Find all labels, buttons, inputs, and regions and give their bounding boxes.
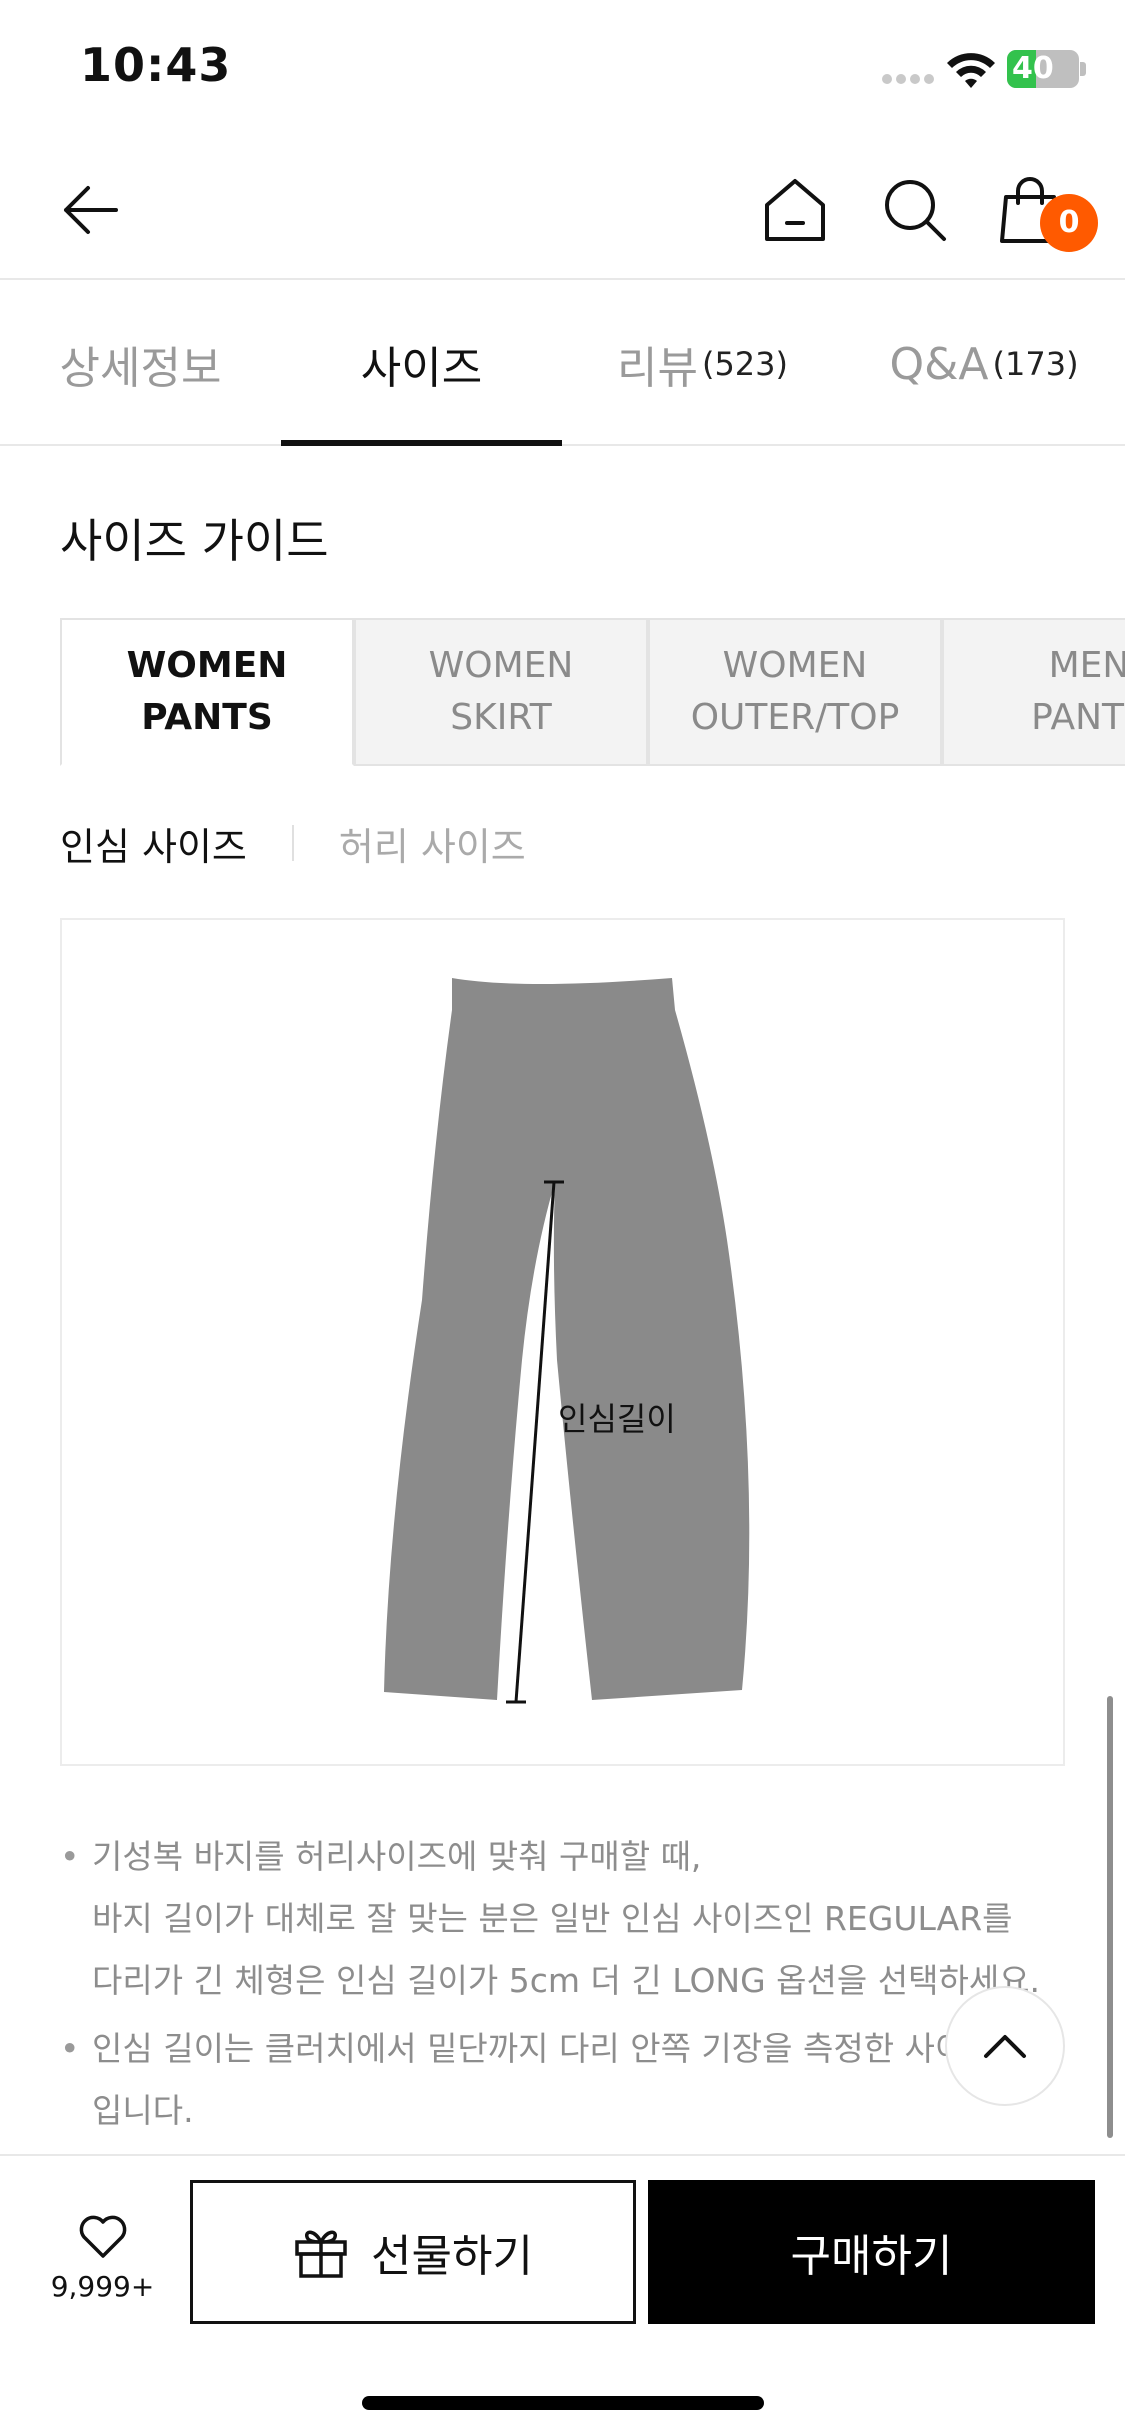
search-icon bbox=[885, 180, 946, 241]
category-line1: WOMEN bbox=[126, 645, 288, 686]
product-tabs: 상세정보 사이즈 리뷰 (523) Q&A (173) bbox=[0, 282, 1125, 446]
scrollbar[interactable] bbox=[1107, 1696, 1113, 2138]
tab-details[interactable]: 상세정보 bbox=[0, 282, 281, 446]
measurement-sub-tabs: 인심 사이즈 허리 사이즈 bbox=[60, 816, 526, 871]
tab-count: (173) bbox=[992, 345, 1079, 383]
product-detail-page: 10:43 40 0 상세정보 사이즈 리뷰 (523) Q&A (173) 사… bbox=[0, 0, 1125, 2436]
status-bar: 10:43 40 bbox=[0, 0, 1125, 140]
cart-count-badge: 0 bbox=[1040, 194, 1098, 252]
note-line: 인심 길이는 클러치에서 밑단까지 다리 안쪽 기장을 측정한 사이즈 bbox=[92, 2029, 996, 2068]
note-item: 인심 길이는 클러치에서 밑단까지 다리 안쪽 기장을 측정한 사이즈 입니다. bbox=[60, 2018, 1060, 2142]
category-line2: SKIRT bbox=[450, 697, 552, 738]
back-button[interactable] bbox=[50, 170, 130, 250]
bottom-action-bar: 9,999+ 선물하기 구매하기 bbox=[0, 2154, 1125, 2436]
search-button[interactable] bbox=[875, 170, 955, 250]
category-tab-women-pants[interactable]: WOMEN PANTS bbox=[60, 618, 354, 766]
home-button[interactable] bbox=[755, 170, 835, 250]
gift-icon bbox=[295, 2230, 347, 2278]
note-line: 바지 길이가 대체로 잘 맞는 분은 일반 인심 사이즈인 REGULAR를 bbox=[92, 1899, 1013, 1938]
note-item: 기성복 바지를 허리사이즈에 맞춰 구매할 때, 바지 길이가 대체로 잘 맞는… bbox=[60, 1826, 1060, 2012]
category-tab-men-pants[interactable]: MEN PANTS bbox=[942, 618, 1125, 766]
category-line1: WOMEN bbox=[722, 645, 868, 686]
size-guide-title: 사이즈 가이드 bbox=[60, 514, 329, 568]
gift-button-label: 선물하기 bbox=[371, 2231, 533, 2282]
tab-label: Q&A bbox=[889, 338, 989, 390]
battery-level: 40 bbox=[1012, 51, 1054, 86]
active-tab-indicator bbox=[281, 440, 562, 446]
tab-label: 상세정보 bbox=[59, 343, 222, 394]
back-arrow-icon bbox=[64, 186, 118, 234]
category-line1: MEN bbox=[1048, 645, 1125, 686]
pants-illustration bbox=[384, 978, 750, 1704]
tab-label: 리뷰 bbox=[616, 343, 698, 394]
category-line1: WOMEN bbox=[428, 645, 574, 686]
tab-count: (523) bbox=[701, 345, 788, 383]
sub-tab-divider bbox=[291, 825, 294, 861]
gift-button[interactable]: 선물하기 bbox=[190, 2180, 636, 2324]
inseam-measure-label: 인심길이 bbox=[558, 1400, 676, 1438]
tab-label: 사이즈 bbox=[360, 343, 483, 394]
pants-shape bbox=[384, 978, 750, 1700]
battery-icon: 40 bbox=[1007, 50, 1079, 88]
scroll-to-top-button[interactable] bbox=[945, 1986, 1065, 2106]
tab-qna[interactable]: Q&A (173) bbox=[843, 282, 1125, 446]
home-indicator bbox=[362, 2396, 764, 2410]
tab-reviews[interactable]: 리뷰 (523) bbox=[562, 282, 843, 446]
wifi-icon bbox=[947, 53, 995, 88]
category-line2: PANTS bbox=[1031, 697, 1125, 738]
category-tab-women-outer-top[interactable]: WOMEN OUTER/TOP bbox=[648, 618, 942, 766]
wishlist-button[interactable]: 9,999+ bbox=[30, 2214, 175, 2303]
buy-button[interactable]: 구매하기 bbox=[648, 2180, 1095, 2324]
status-time: 10:43 bbox=[80, 38, 232, 92]
buy-button-label: 구매하기 bbox=[790, 2231, 953, 2282]
category-tab-women-skirt[interactable]: WOMEN SKIRT bbox=[354, 618, 648, 766]
note-line: 입니다. bbox=[92, 2091, 194, 2130]
size-notes: 기성복 바지를 허리사이즈에 맞춰 구매할 때, 바지 길이가 대체로 잘 맞는… bbox=[60, 1826, 1060, 2142]
size-illustration: 인심길이 bbox=[60, 918, 1065, 1766]
sub-tab-inseam[interactable]: 인심 사이즈 bbox=[60, 816, 247, 871]
sub-tab-waist[interactable]: 허리 사이즈 bbox=[339, 816, 526, 871]
note-line: 다리가 긴 체형은 인심 길이가 5cm 더 긴 LONG 옵션을 선택하세요. bbox=[92, 1961, 1041, 2000]
chevron-up-icon bbox=[984, 2035, 1026, 2058]
size-category-tabs: WOMEN PANTS WOMEN SKIRT WOMEN OUTER/TOP … bbox=[60, 618, 1125, 766]
wishlist-count: 9,999+ bbox=[50, 2270, 155, 2303]
home-icon bbox=[765, 179, 825, 241]
heart-icon bbox=[79, 2215, 126, 2258]
note-line: 기성복 바지를 허리사이즈에 맞춰 구매할 때, bbox=[92, 1837, 702, 1876]
signal-dots-icon bbox=[882, 74, 934, 84]
tab-size[interactable]: 사이즈 bbox=[281, 282, 562, 446]
battery-tip bbox=[1080, 62, 1086, 76]
category-line2: PANTS bbox=[141, 697, 273, 738]
category-line2: OUTER/TOP bbox=[690, 697, 900, 738]
top-navigation bbox=[0, 140, 1125, 280]
